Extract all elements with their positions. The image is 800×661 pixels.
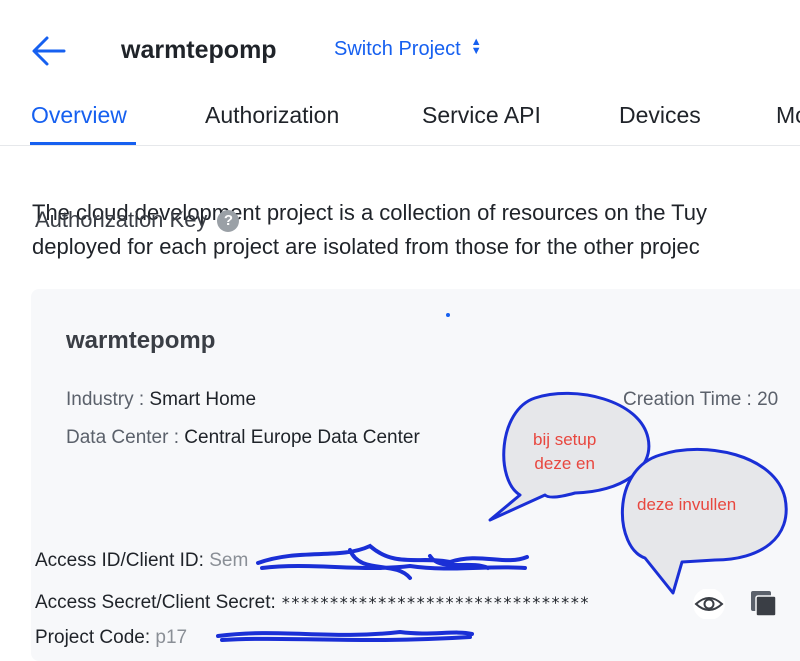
tab-authorization[interactable]: Authorization (205, 102, 339, 129)
arrow-left-icon[interactable] (30, 34, 68, 68)
access-id-value: Sem (209, 550, 249, 571)
industry-label: Industry : (66, 389, 150, 410)
access-secret-row: Access Secret/Client Secret: ***********… (35, 592, 589, 614)
annotation-bubble-1-line-2: deze en (534, 454, 595, 473)
creation-time-label: Creation Time : 20 (623, 389, 779, 410)
access-secret-value: ******************************** (281, 593, 590, 612)
industry-value: Smart Home (149, 389, 257, 410)
access-id-row: Access ID/Client ID: Sem (35, 550, 248, 572)
access-id-label: Access ID/Client ID: (35, 550, 204, 571)
industry-row: Industry : Smart Home (66, 389, 256, 411)
project-title: warmtepomp (121, 36, 277, 64)
tab-overview[interactable]: Overview (31, 102, 127, 129)
data-center-row: Data Center : Central Europe Data Center (66, 427, 420, 449)
card-title: warmtepomp (66, 327, 216, 354)
annotation-bubble-1-line-1: bij setup (533, 430, 597, 449)
project-code-row: Project Code: p17 (35, 627, 187, 649)
active-tab-indicator (30, 142, 136, 145)
switch-project-label: Switch Project (334, 38, 461, 60)
tab-service-api[interactable]: Service API (422, 102, 541, 129)
data-center-value: Central Europe Data Center (184, 427, 420, 448)
tab-bar: Overview Authorization Service API Devic… (0, 98, 800, 146)
description-line-2: deployed for each project are isolated f… (32, 234, 700, 259)
project-code-label: Project Code: (35, 627, 151, 648)
annotation-bubble-2-text: deze invullen (637, 495, 737, 514)
project-code-value: p17 (155, 627, 188, 648)
authorization-key-heading: Authorization Key? (35, 207, 240, 233)
stray-dot (446, 313, 450, 317)
sort-updown-icon: ▲ ▼ (470, 35, 482, 57)
tab-more[interactable]: Mo (776, 102, 800, 129)
copy-icon[interactable] (748, 588, 780, 620)
tab-devices[interactable]: Devices (619, 102, 701, 129)
annotation-bubble-1-text: bij setup deze en (533, 428, 596, 476)
project-header: warmtepomp Switch Project ▲ ▼ (0, 0, 800, 100)
access-secret-label: Access Secret/Client Secret: (35, 592, 276, 613)
data-center-label: Data Center : (66, 427, 185, 448)
creation-time-row: Creation Time : 20 (623, 389, 778, 411)
question-circle-icon[interactable]: ? (217, 210, 240, 232)
switch-project-button[interactable]: Switch Project ▲ ▼ (334, 35, 482, 61)
eye-icon[interactable] (692, 589, 726, 619)
authorization-key-title: Authorization Key (35, 207, 208, 232)
